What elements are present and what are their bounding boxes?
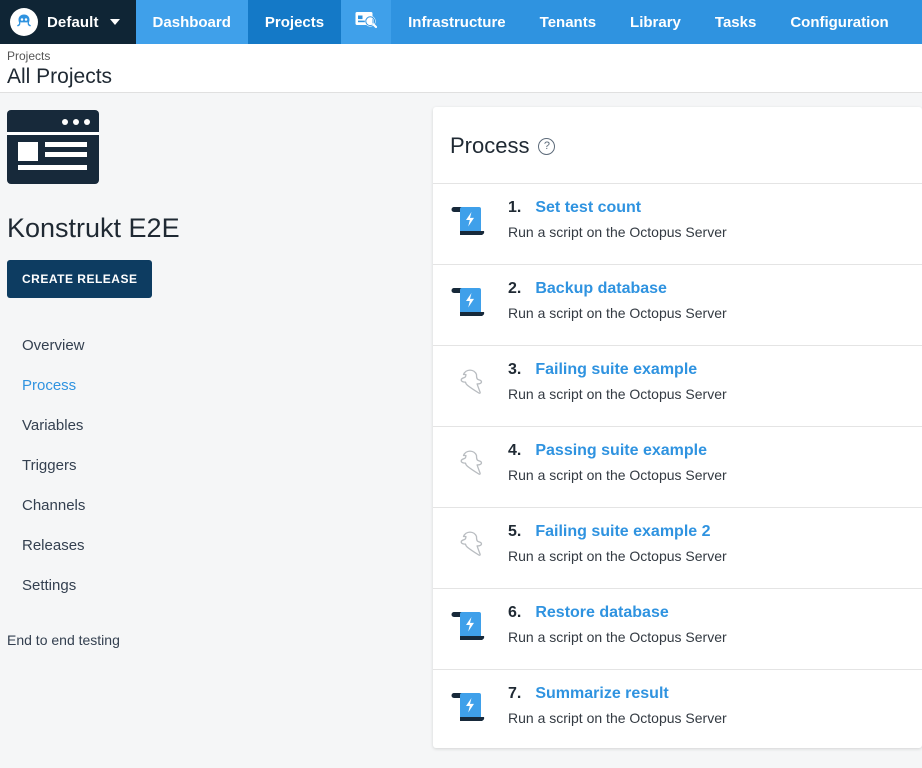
chevron-down-icon: [109, 19, 120, 25]
step-number: 6.: [508, 604, 522, 621]
ghost-step-icon: [450, 361, 494, 403]
step-description: Run a script on the Octopus Server: [508, 548, 727, 564]
sidebar-item-process[interactable]: Process: [7, 366, 433, 406]
project-description: End to end testing: [7, 632, 120, 648]
step-body: 3. Failing suite example Run a script on…: [494, 361, 727, 402]
main-content: Process ? 1. Set test count Run a script…: [433, 93, 922, 768]
step-number: 7.: [508, 685, 522, 702]
step-number: 5.: [508, 523, 522, 540]
script-step-icon: [450, 685, 494, 727]
step-body: 5. Failing suite example 2 Run a script …: [494, 523, 727, 564]
help-icon[interactable]: ?: [538, 137, 556, 155]
sidebar-item-settings[interactable]: Settings: [7, 566, 433, 606]
project-title: Konstrukt E2E: [7, 213, 180, 243]
step-body: 6. Restore database Run a script on the …: [494, 604, 727, 645]
logo-dots: [62, 119, 90, 125]
sidebar-item-variables[interactable]: Variables: [7, 406, 433, 446]
page-body: Konstrukt E2E CREATE RELEASE Overview Pr…: [0, 93, 922, 768]
script-step-icon: [450, 280, 494, 322]
step-body: 7. Summarize result Run a script on the …: [494, 685, 727, 726]
step-description: Run a script on the Octopus Server: [508, 467, 727, 483]
process-step-list: 1. Set test count Run a script on the Oc…: [433, 184, 922, 748]
nav-item-tenants[interactable]: Tenants: [523, 0, 613, 44]
nav-item-label: Tenants: [539, 13, 597, 31]
script-step-icon: [450, 199, 494, 241]
sidebar-item-releases[interactable]: Releases: [7, 526, 433, 566]
table-row[interactable]: 6. Restore database Run a script on the …: [433, 589, 922, 670]
nav-item-library[interactable]: Library: [613, 0, 698, 44]
nav-item-label: Tasks: [714, 13, 757, 31]
space-name-label: Default: [47, 13, 99, 31]
nav-item-label: Configuration: [790, 13, 889, 31]
project-window-logo-icon: [7, 110, 99, 184]
table-row[interactable]: 4. Passing suite example Run a script on…: [433, 427, 922, 508]
page-header: Projects All Projects: [0, 44, 922, 93]
process-card-header: Process ?: [433, 107, 922, 184]
step-name-link[interactable]: Backup database: [535, 280, 667, 298]
page-title: All Projects: [7, 65, 113, 88]
create-release-button[interactable]: CREATE RELEASE: [7, 260, 153, 298]
sidebar-item-triggers[interactable]: Triggers: [7, 446, 433, 486]
step-description: Run a script on the Octopus Server: [508, 629, 727, 645]
step-number: 3.: [508, 361, 522, 378]
step-description: Run a script on the Octopus Server: [508, 710, 727, 726]
step-number: 4.: [508, 442, 522, 459]
nav-item-projects[interactable]: Projects: [247, 0, 342, 44]
step-name-link[interactable]: Passing suite example: [535, 442, 707, 460]
nav-item-label: Dashboard: [152, 13, 231, 31]
sidebar-item-overview[interactable]: Overview: [7, 326, 433, 366]
nav-item-dashboard[interactable]: Dashboard: [135, 0, 248, 44]
nav-item-infrastructure[interactable]: Infrastructure: [391, 0, 523, 44]
search-card-icon: [355, 11, 378, 33]
step-name-link[interactable]: Restore database: [535, 604, 668, 622]
step-number: 2.: [508, 280, 522, 297]
nav-item-tasks[interactable]: Tasks: [698, 0, 773, 44]
step-name-link[interactable]: Failing suite example 2: [535, 523, 710, 541]
table-row[interactable]: 7. Summarize result Run a script on the …: [433, 670, 922, 748]
project-nav-list: Overview Process Variables Triggers Chan…: [7, 326, 433, 606]
project-sidebar: Konstrukt E2E CREATE RELEASE Overview Pr…: [0, 93, 433, 768]
ghost-step-icon: [450, 523, 494, 565]
ghost-step-icon: [450, 442, 494, 484]
table-row[interactable]: 3. Failing suite example Run a script on…: [433, 346, 922, 427]
nav-item-search[interactable]: [341, 0, 392, 44]
octopus-avatar-icon: [10, 8, 38, 36]
top-navigation-bar: Default Dashboard Projects Infrastructur…: [0, 0, 922, 44]
step-name-link[interactable]: Failing suite example: [535, 361, 697, 379]
step-description: Run a script on the Octopus Server: [508, 305, 727, 321]
step-body: 4. Passing suite example Run a script on…: [494, 442, 727, 483]
step-name-link[interactable]: Set test count: [535, 199, 641, 217]
step-description: Run a script on the Octopus Server: [508, 386, 727, 402]
nav-item-label: Infrastructure: [408, 13, 506, 31]
table-row[interactable]: 2. Backup database Run a script on the O…: [433, 265, 922, 346]
step-number: 1.: [508, 199, 522, 216]
process-card: Process ? 1. Set test count Run a script…: [433, 107, 922, 748]
table-row[interactable]: 5. Failing suite example 2 Run a script …: [433, 508, 922, 589]
script-step-icon: [450, 604, 494, 646]
breadcrumb[interactable]: Projects: [7, 49, 922, 64]
space-switcher[interactable]: Default: [0, 0, 136, 44]
nav-item-label: Library: [630, 13, 681, 31]
process-title: Process: [450, 133, 530, 158]
nav-item-label: Projects: [264, 13, 325, 31]
step-description: Run a script on the Octopus Server: [508, 224, 727, 240]
table-row[interactable]: 1. Set test count Run a script on the Oc…: [433, 184, 922, 265]
step-body: 1. Set test count Run a script on the Oc…: [494, 199, 727, 240]
nav-item-configuration[interactable]: Configuration: [773, 0, 905, 44]
sidebar-item-channels[interactable]: Channels: [7, 486, 433, 526]
step-body: 2. Backup database Run a script on the O…: [494, 280, 727, 321]
step-name-link[interactable]: Summarize result: [535, 685, 668, 703]
